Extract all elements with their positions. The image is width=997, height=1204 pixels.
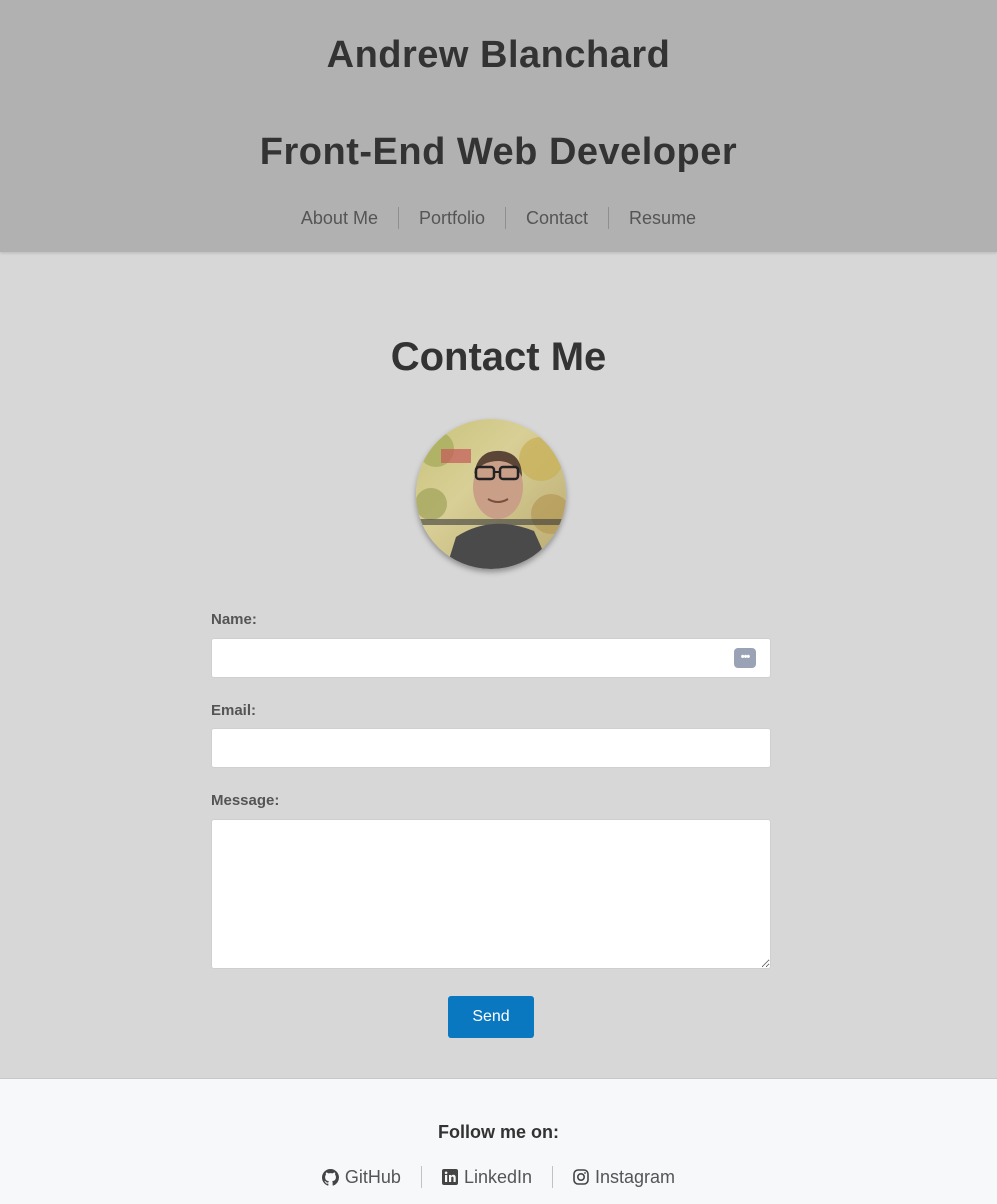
name-label: Name:: [211, 611, 257, 628]
site-name: Andrew Blanchard: [326, 34, 671, 76]
email-input[interactable]: [211, 728, 771, 768]
instagram-link[interactable]: Instagram: [552, 1166, 695, 1188]
linkedin-label: LinkedIn: [463, 1167, 533, 1187]
linkedin-icon: [441, 1169, 458, 1185]
instagram-label: Instagram: [595, 1167, 676, 1187]
name-input[interactable]: [211, 638, 771, 678]
avatar: [416, 419, 566, 569]
nav-resume[interactable]: Resume: [608, 207, 716, 229]
contact-title: Contact Me: [390, 335, 607, 379]
password-manager-icon[interactable]: •••: [734, 648, 756, 668]
github-icon: [321, 1168, 339, 1186]
main-nav: About Me Portfolio Contact Resume: [0, 205, 997, 231]
social-links: GitHub LinkedIn Instagram: [0, 1166, 997, 1188]
nav-about-me[interactable]: About Me: [281, 207, 398, 229]
message-label: Message:: [211, 792, 280, 809]
profile-photo-icon: [416, 419, 566, 569]
site-header: Andrew Blanchard Front-End Web Developer…: [0, 0, 997, 252]
github-link[interactable]: GitHub: [302, 1166, 421, 1188]
message-textarea[interactable]: [211, 819, 771, 969]
contact-section: Contact Me Name: ••• Email: Message: Sen…: [0, 252, 997, 1078]
email-label: Email:: [211, 702, 257, 719]
send-button[interactable]: Send: [448, 996, 534, 1038]
github-label: GitHub: [344, 1167, 401, 1187]
instagram-icon: [573, 1169, 589, 1185]
site-role: Front-End Web Developer: [259, 131, 738, 173]
nav-contact[interactable]: Contact: [505, 207, 608, 229]
linkedin-link[interactable]: LinkedIn: [420, 1166, 552, 1188]
site-footer: Follow me on: GitHub LinkedIn Instagram: [0, 1078, 997, 1204]
follow-heading: Follow me on:: [438, 1122, 559, 1142]
nav-portfolio[interactable]: Portfolio: [397, 207, 505, 229]
